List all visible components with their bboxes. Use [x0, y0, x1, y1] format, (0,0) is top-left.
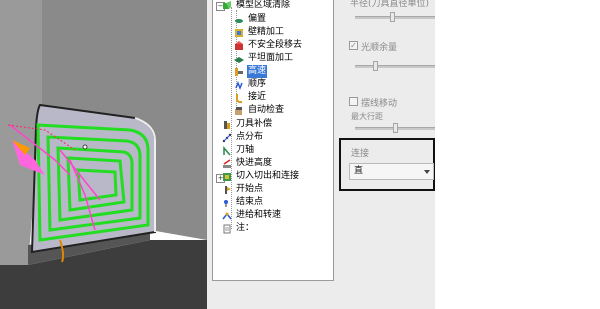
high-speed-icon [234, 67, 244, 77]
start-point-icon [222, 185, 232, 195]
tree-item-point-distribution[interactable]: 点分布 [222, 131, 264, 144]
radius-slider-track [355, 16, 435, 19]
tool-compensation-icon [222, 120, 232, 130]
tree-item-note[interactable]: 注： [222, 222, 255, 235]
rapid-height-icon [222, 158, 232, 169]
flat-face-icon [234, 54, 244, 64]
tree-item-wall-finish[interactable]: 壁精加工 [234, 26, 285, 39]
link-type-select[interactable]: 直 [349, 163, 434, 180]
auto-check-icon [234, 106, 244, 116]
order-icon [234, 80, 244, 90]
radius-label: 半径(刀具直径单位) [350, 0, 430, 9]
tree-item-rapid-height[interactable]: 快进高度 [222, 157, 273, 170]
max-path-slider[interactable] [393, 123, 398, 133]
tree-item-tool-axis[interactable]: 刀轴 [222, 144, 255, 157]
tree-item-label: 进给和转速 [236, 210, 282, 220]
dropdown-arrow-icon [424, 170, 430, 174]
leads-links-icon [222, 172, 232, 182]
max-path-label: 最大行距 [351, 112, 383, 121]
tree-item-label: 模型区域清除 [236, 0, 291, 10]
tree-item-label: 平坦面加工 [248, 53, 294, 63]
tree-item-label: 偏置 [248, 14, 267, 24]
tree-item-label: 快进高度 [236, 158, 273, 168]
smooth-allowance-checkbox[interactable]: ✓ [349, 41, 358, 50]
link-type-value: 直 [354, 166, 364, 176]
3d-viewport[interactable] [0, 0, 207, 309]
tree-item-end-point[interactable]: 结束点 [222, 196, 264, 209]
tree-item-flat-face[interactable]: 平坦面加工 [234, 52, 294, 65]
model-region-icon [222, 0, 232, 11]
tree-item-order[interactable]: 顺序 [234, 78, 267, 91]
trochoidal-label: 摆线移动 [361, 99, 398, 109]
end-point-icon [222, 198, 232, 208]
tree-item-label: 顺序 [248, 79, 267, 89]
unsafe-segment-icon [234, 40, 244, 51]
tree-item-approach[interactable]: 接近 [234, 91, 267, 104]
tree-item-label: 不安全段移去 [248, 40, 303, 50]
feed-speed-icon [222, 211, 232, 221]
offset-icon [234, 15, 244, 25]
tree-item-label: 接近 [248, 92, 267, 102]
toolpath-graphics [0, 0, 207, 309]
note-icon [222, 224, 232, 234]
tree-item-start-point[interactable]: 开始点 [222, 183, 264, 196]
tree-item-model-region[interactable]: 模型区域清除 [222, 0, 291, 12]
trochoidal-checkbox[interactable] [349, 97, 358, 106]
tree-item-label: 刀轴 [236, 145, 255, 155]
tree-item-feed-speed[interactable]: 进给和转速 [222, 209, 282, 222]
approach-icon [234, 93, 244, 103]
tree-item-label: 注： [236, 223, 255, 233]
tree-item-label: 壁精加工 [248, 27, 285, 37]
radius-slider[interactable] [390, 12, 395, 22]
tree-item-tool-compensation[interactable]: 刀具补偿 [222, 118, 273, 131]
tree-item-auto-check[interactable]: 自动检查 [234, 104, 285, 117]
wall-finish-icon [234, 28, 244, 38]
tree-item-label: 点分布 [236, 132, 264, 142]
smooth-allowance-label: 光顺余量 [361, 43, 398, 53]
blank-area [435, 0, 600, 309]
smooth-allowance-track [355, 65, 435, 68]
tree-item-unsafe-segment[interactable]: 不安全段移去 [234, 39, 303, 52]
tree-item-leads-links[interactable]: 切入切出和连接 [222, 170, 300, 183]
tree-item-label: 开始点 [236, 184, 264, 194]
point-distribution-icon [222, 133, 232, 143]
smooth-allowance-slider[interactable] [373, 61, 378, 71]
tree-item-label: 结束点 [236, 197, 264, 207]
tree-item-label: 刀具补偿 [236, 119, 273, 129]
tree-item-label: 自动检查 [248, 105, 285, 115]
tree-item-offset[interactable]: 偏置 [234, 13, 267, 26]
tree-item-high-speed[interactable]: 高速 [234, 65, 268, 78]
tree-item-label: 切入切出和连接 [236, 171, 300, 181]
link-label: 连接 [351, 149, 370, 159]
tree-item-label: 高速 [247, 65, 268, 78]
tool-axis-icon [222, 145, 232, 156]
